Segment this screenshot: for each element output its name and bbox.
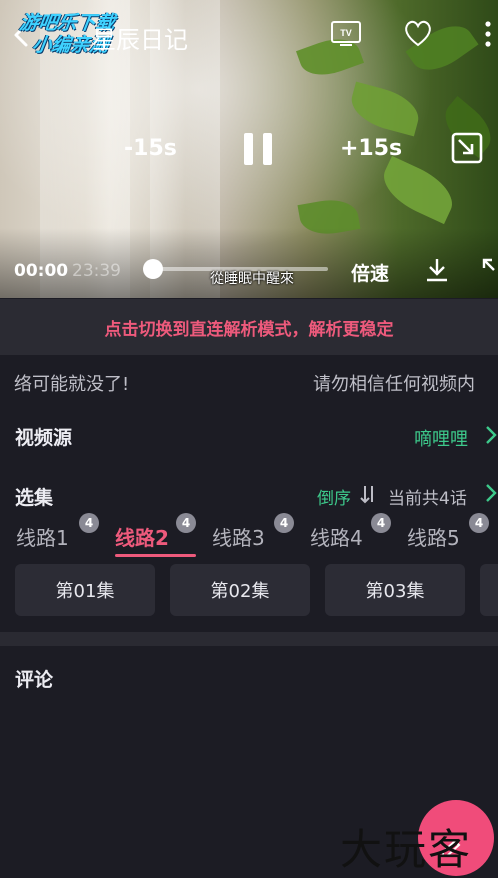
episode-button-03[interactable]: 第03集: [325, 564, 465, 616]
line-tab-1[interactable]: 线路1: [16, 522, 69, 551]
marquee-left-text: 络可能就没了!: [14, 374, 130, 395]
episode-button-partial[interactable]: [480, 564, 498, 616]
site-watermark: 大玩客: [340, 825, 473, 874]
line-tab-5[interactable]: 线路5: [407, 522, 460, 551]
subtitle-text: 從睡眠中醒來: [210, 271, 294, 287]
line-tab-2[interactable]: 线路2: [115, 522, 169, 551]
skip-back-button[interactable]: -15s: [124, 136, 177, 161]
skip-forward-button[interactable]: +15s: [340, 136, 402, 161]
episode-button-01[interactable]: 第01集: [15, 564, 155, 616]
svg-text:TV: TV: [340, 28, 352, 38]
more-vertical-icon[interactable]: [480, 18, 496, 50]
chevron-right-icon[interactable]: [484, 482, 498, 504]
pause-icon[interactable]: [241, 131, 275, 167]
line-badge: 4: [274, 513, 294, 533]
total-time: 23:39: [72, 261, 121, 281]
sort-arrows-icon[interactable]: [359, 483, 377, 505]
line-tab-3[interactable]: 线路3: [212, 522, 265, 551]
video-source-label: 视频源: [15, 427, 73, 449]
mode-banner-text: 点击切换到直连解析模式，解析更稳定: [104, 319, 394, 340]
plant-leaf: [375, 155, 461, 225]
fullscreen-icon[interactable]: [480, 256, 498, 284]
marquee-right-text: 请勿相信任何视频内: [313, 374, 475, 395]
picture-in-picture-icon[interactable]: [451, 132, 483, 164]
download-icon[interactable]: [423, 256, 451, 284]
episode-count[interactable]: 当前共4话: [388, 484, 467, 509]
episodes-label: 选集: [15, 487, 54, 509]
favorite-heart-icon[interactable]: [402, 18, 434, 48]
current-time: 00:00: [14, 261, 69, 281]
direct-parse-mode-banner[interactable]: 点击切换到直连解析模式，解析更稳定: [0, 299, 498, 355]
line-badge: 4: [79, 513, 99, 533]
line-badge: 4: [176, 513, 196, 533]
active-tab-underline: [115, 554, 196, 557]
playback-speed-button[interactable]: 倍速: [351, 259, 389, 286]
episode-button-02[interactable]: 第02集: [170, 564, 310, 616]
chevron-right-icon[interactable]: [484, 424, 498, 446]
video-source-value[interactable]: 嘀哩哩: [414, 425, 468, 451]
notice-marquee: 络可能就没了! 请勿相信任何视频内: [0, 366, 498, 402]
line-tab-4[interactable]: 线路4: [310, 522, 363, 551]
sort-order-button[interactable]: 倒序: [317, 484, 351, 509]
progress-thumb[interactable]: [143, 259, 163, 279]
video-title: 星辰日记: [92, 26, 188, 54]
section-divider: [0, 632, 498, 646]
plant-leaf: [346, 81, 424, 137]
tv-cast-icon[interactable]: TV: [330, 18, 362, 48]
line-badge: 4: [469, 513, 489, 533]
line-badge: 4: [371, 513, 391, 533]
comments-label: 评论: [15, 669, 54, 691]
